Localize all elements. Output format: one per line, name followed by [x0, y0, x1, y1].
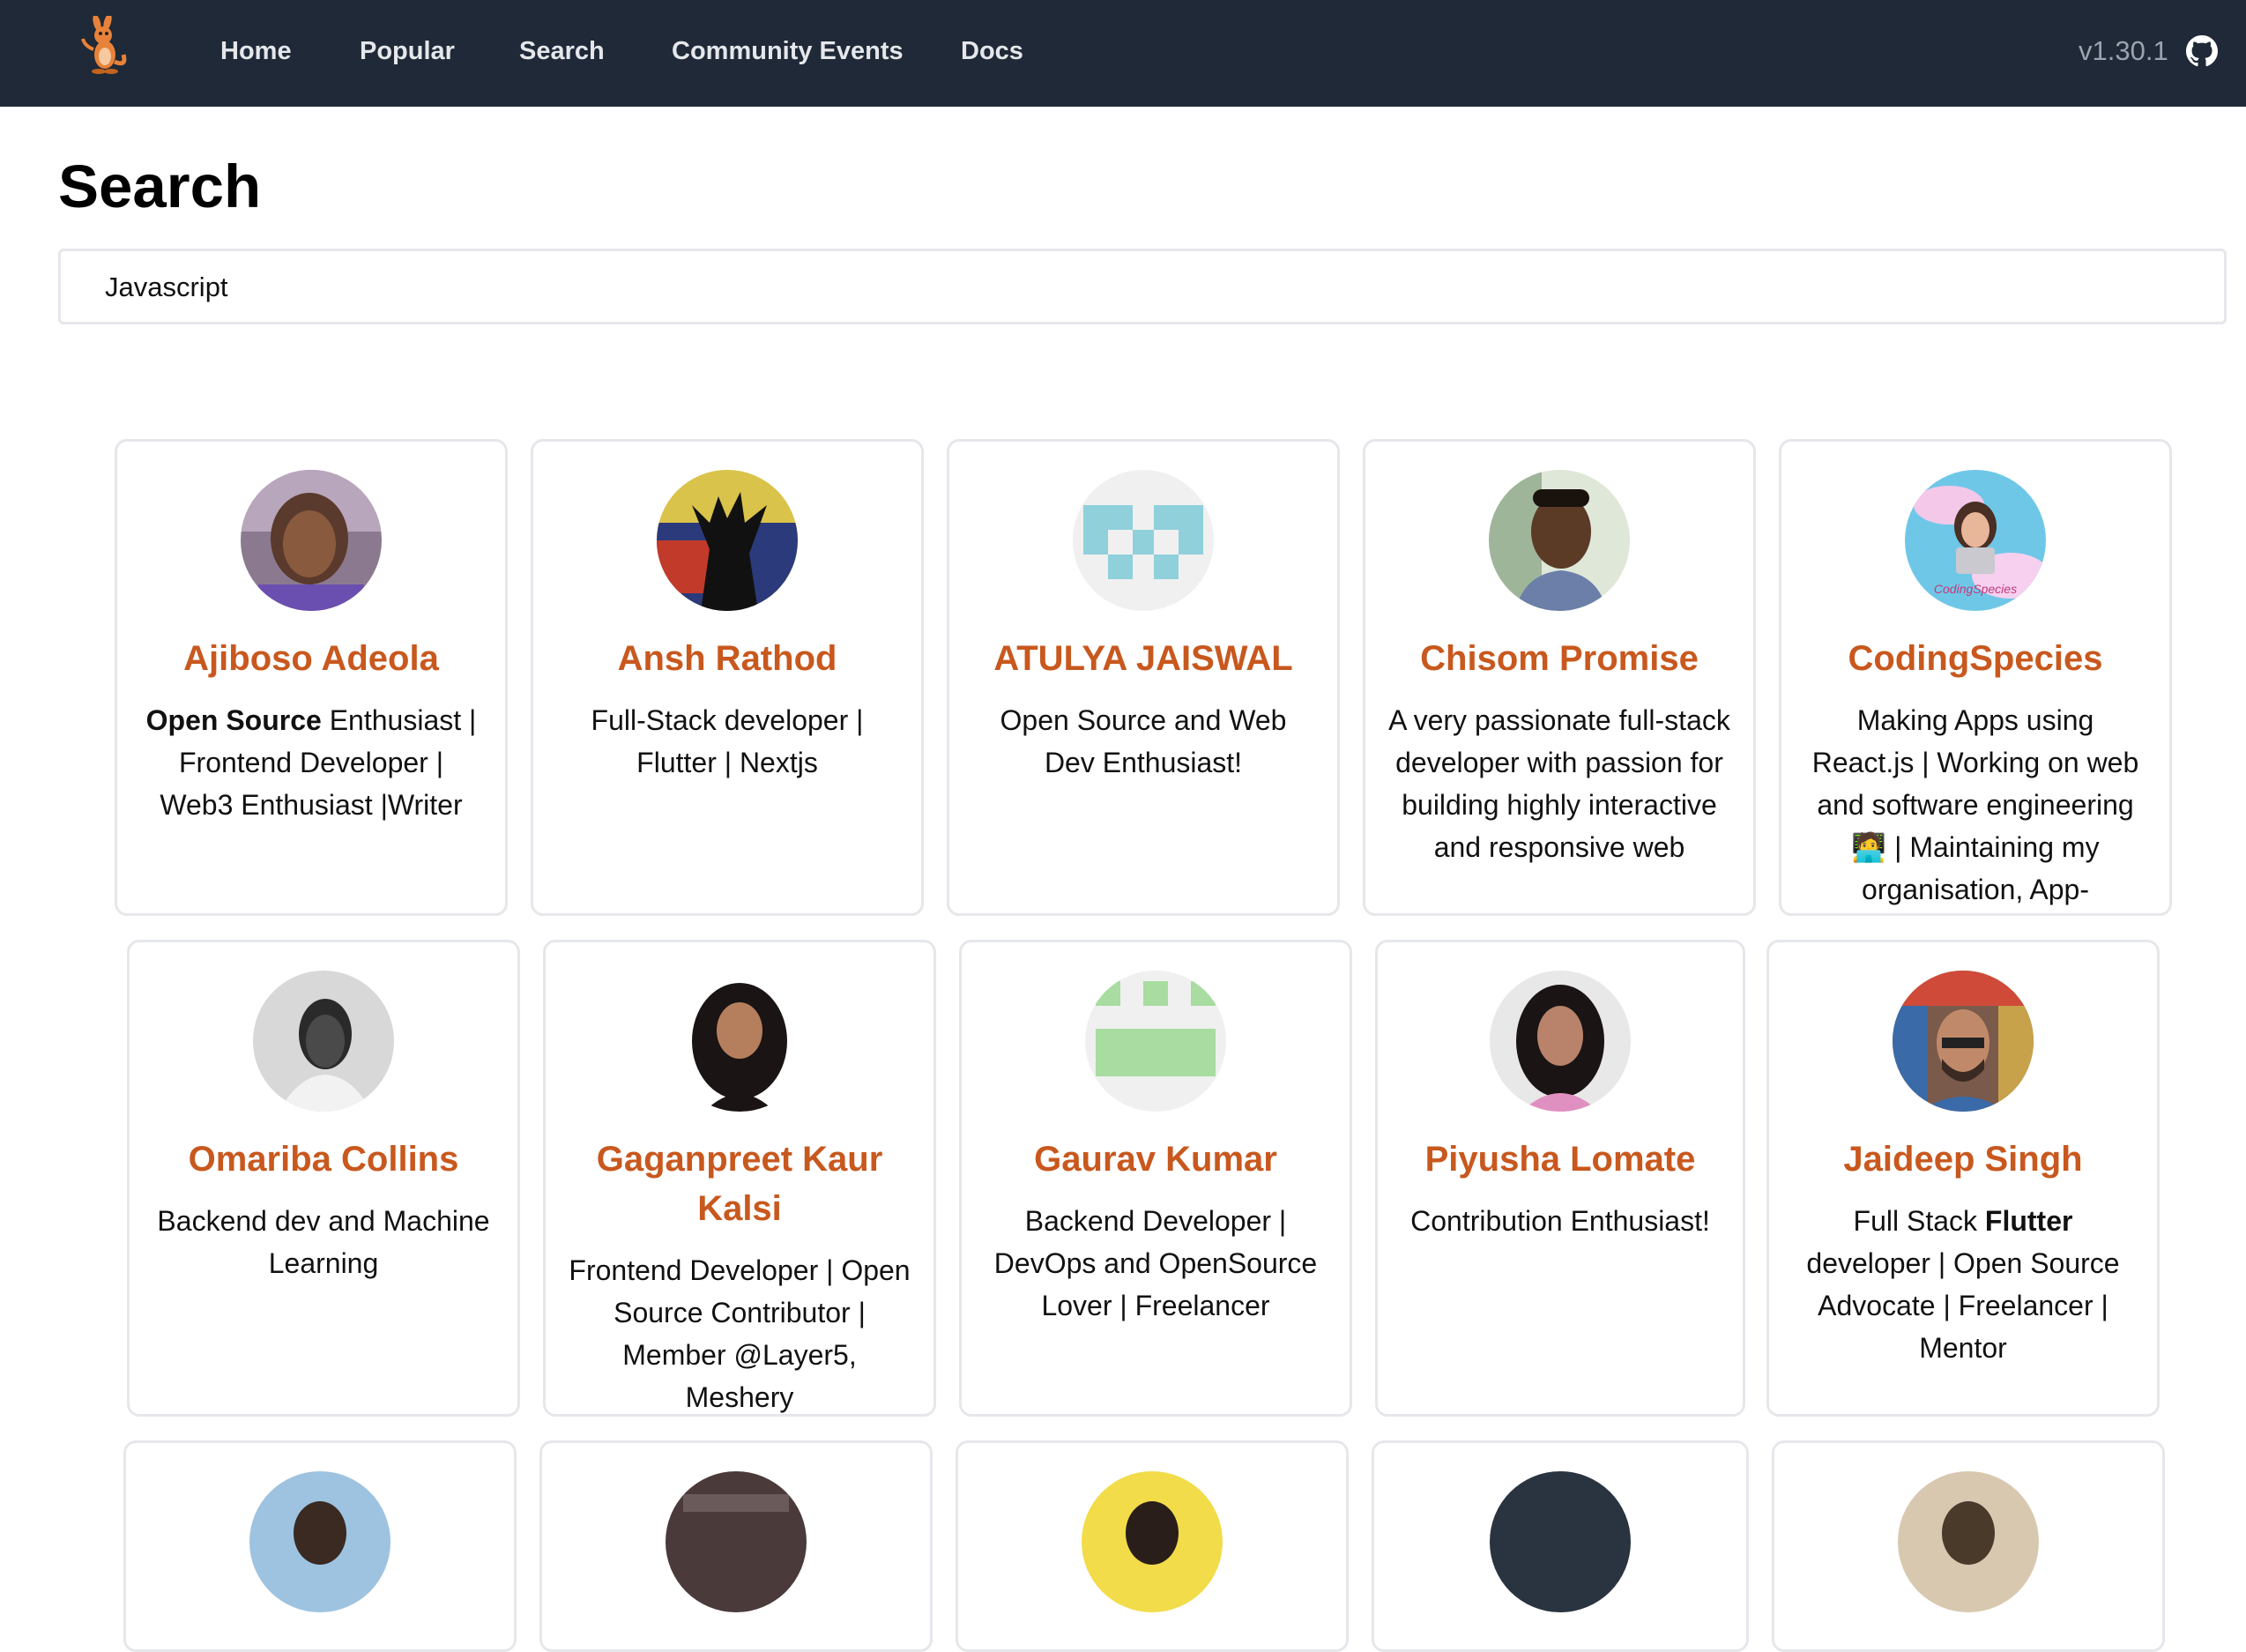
profile-bio-highlight: Flutter: [1984, 1205, 2073, 1237]
profile-card[interactable]: Chisom Promise A very passionate full-st…: [1363, 439, 1756, 916]
profile-name: Gaurav Kumar: [1034, 1140, 1277, 1179]
profile-name: Omariba Collins: [188, 1140, 459, 1179]
profile-bio: Open Source Enthusiast | Frontend Develo…: [140, 699, 482, 826]
page-title: Search: [58, 153, 262, 220]
profile-bio: Backend dev and Machine Learning: [157, 1205, 490, 1279]
profile-bio-prefix: Full Stack: [1853, 1205, 1985, 1237]
avatar: [657, 470, 798, 611]
profile-bio: Full Stack Flutter developer | Open Sour…: [1792, 1200, 2134, 1369]
version-label: v1.30.1: [2079, 35, 2168, 66]
avatar: [666, 1471, 807, 1612]
avatar: [1490, 1471, 1631, 1612]
nav-link-docs[interactable]: Docs: [961, 35, 1023, 67]
kangaroo-mascot-icon[interactable]: [78, 13, 132, 78]
profile-card[interactable]: Jaideep Singh Full Stack Flutter develop…: [1766, 940, 2160, 1417]
avatar: [1073, 470, 1214, 611]
profile-card[interactable]: Gaurav Kumar Backend Developer | DevOps …: [959, 940, 1352, 1417]
search-box[interactable]: [58, 249, 2227, 324]
profile-name: Ansh Rathod: [617, 639, 837, 678]
avatar: [241, 470, 382, 611]
profile-card[interactable]: CodingSpecies CodingSpecies Making Apps …: [1779, 439, 2172, 916]
profile-bio: A very passionate full-stack developer w…: [1388, 704, 1730, 863]
profile-card[interactable]: Gaganpreet Kaur Kalsi Frontend Developer…: [543, 940, 936, 1417]
profile-card[interactable]: Omariba Collins Backend dev and Machine …: [127, 940, 520, 1417]
profile-name: CodingSpecies: [1848, 639, 2103, 678]
avatar: [1082, 1471, 1223, 1612]
profile-bio: Full-Stack developer | Flutter | Nextjs: [591, 704, 864, 778]
profile-bio: Making Apps using React.js | Working on …: [1811, 704, 2139, 905]
profile-name: ATULYA JAISWAL: [993, 639, 1293, 678]
profile-card[interactable]: [539, 1440, 933, 1652]
avatar: [1490, 971, 1631, 1112]
profile-bio: Frontend Developer | Open Source Contrib…: [569, 1254, 911, 1413]
avatar: [1489, 470, 1630, 611]
avatar: [669, 971, 810, 1112]
profile-name: Piyusha Lomate: [1424, 1140, 1696, 1179]
profile-name: Chisom Promise: [1420, 639, 1699, 678]
avatar: [249, 1471, 390, 1612]
nav-link-search[interactable]: Search: [519, 35, 605, 67]
profile-card[interactable]: [1372, 1440, 1749, 1652]
profile-card[interactable]: ATULYA JAISWAL Open Source and Web Dev E…: [947, 439, 1340, 916]
nav-link-home[interactable]: Home: [220, 35, 292, 67]
profile-card[interactable]: [123, 1440, 517, 1652]
profile-bio: Contribution Enthusiast!: [1410, 1205, 1710, 1237]
top-navbar: Home Popular Search Community Events Doc…: [0, 0, 2246, 107]
profile-name: Ajiboso Adeola: [183, 639, 439, 678]
profile-bio: Backend Developer | DevOps and OpenSourc…: [993, 1205, 1318, 1321]
profile-card[interactable]: [1772, 1440, 2165, 1652]
profile-bio: Open Source and Web Dev Enthusiast!: [1000, 704, 1287, 778]
profile-name: Gaganpreet Kaur Kalsi: [596, 1140, 883, 1228]
svg-text:CodingSpecies: CodingSpecies: [1934, 582, 2017, 596]
nav-link-popular[interactable]: Popular: [360, 35, 455, 67]
search-input[interactable]: [105, 269, 2132, 306]
profile-card[interactable]: Ansh Rathod Full-Stack developer | Flutt…: [531, 439, 924, 916]
profile-bio-highlight: Open Source: [145, 704, 322, 736]
profile-card[interactable]: [956, 1440, 1349, 1652]
avatar: [1898, 1471, 2039, 1612]
avatar: CodingSpecies: [1905, 470, 2046, 611]
profile-bio-text: developer | Open Source Advocate | Freel…: [1806, 1247, 2120, 1364]
github-icon[interactable]: [2186, 35, 2218, 67]
nav-link-community-events[interactable]: Community Events: [672, 35, 904, 67]
profile-name: Jaideep Singh: [1843, 1140, 2083, 1179]
profile-card[interactable]: Piyusha Lomate Contribution Enthusiast!: [1375, 940, 1745, 1417]
profile-card[interactable]: Ajiboso Adeola Open Source Enthusiast | …: [115, 439, 508, 916]
avatar: [1893, 971, 2034, 1112]
avatar: [253, 971, 394, 1112]
avatar: [1085, 971, 1226, 1112]
